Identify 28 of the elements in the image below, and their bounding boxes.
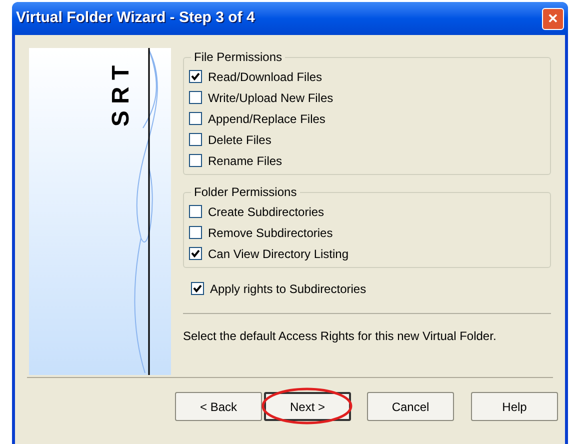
close-button[interactable]: ✕ [542, 8, 564, 30]
checkbox[interactable] [189, 133, 202, 146]
checkbox-label: Remove Subdirectories [208, 224, 333, 242]
checkbox-label: Can View Directory Listing [208, 246, 349, 262]
group-title: Folder Permissions [193, 184, 298, 201]
checkbox-label: Append/Replace Files [208, 110, 326, 128]
dialog-button[interactable]: Help [471, 392, 558, 421]
checkbox[interactable] [189, 154, 202, 167]
logo-text: S R T [110, 65, 134, 127]
checkbox-label: Read/Download Files [208, 68, 322, 86]
checkbox-label: Delete Files [208, 132, 272, 148]
checkbox[interactable] [191, 282, 204, 295]
checkbox[interactable] [189, 226, 202, 239]
checkbox[interactable] [189, 112, 202, 125]
dialog-button[interactable]: Cancel [367, 392, 454, 421]
dialog-button[interactable]: Next > [264, 392, 351, 421]
checkbox-label: Write/Upload New Files [208, 90, 334, 106]
checkbox[interactable] [189, 205, 202, 218]
checkbox[interactable] [189, 247, 202, 260]
instruction-text: Select the default Access Rights for this new Virtual Folder. [183, 329, 496, 343]
checkbox-label: Apply rights to Subdirectories [210, 280, 366, 298]
window-title: Virtual Folder Wizard - Step 3 of 4 [16, 8, 255, 28]
group-title: File Permissions [193, 49, 284, 66]
checkbox-label: Rename Files [208, 152, 282, 170]
dialog-button[interactable]: < Back [175, 392, 262, 421]
checkbox-label: Create Subdirectories [208, 204, 324, 220]
checkbox[interactable] [189, 91, 202, 104]
checkbox[interactable] [189, 70, 202, 83]
